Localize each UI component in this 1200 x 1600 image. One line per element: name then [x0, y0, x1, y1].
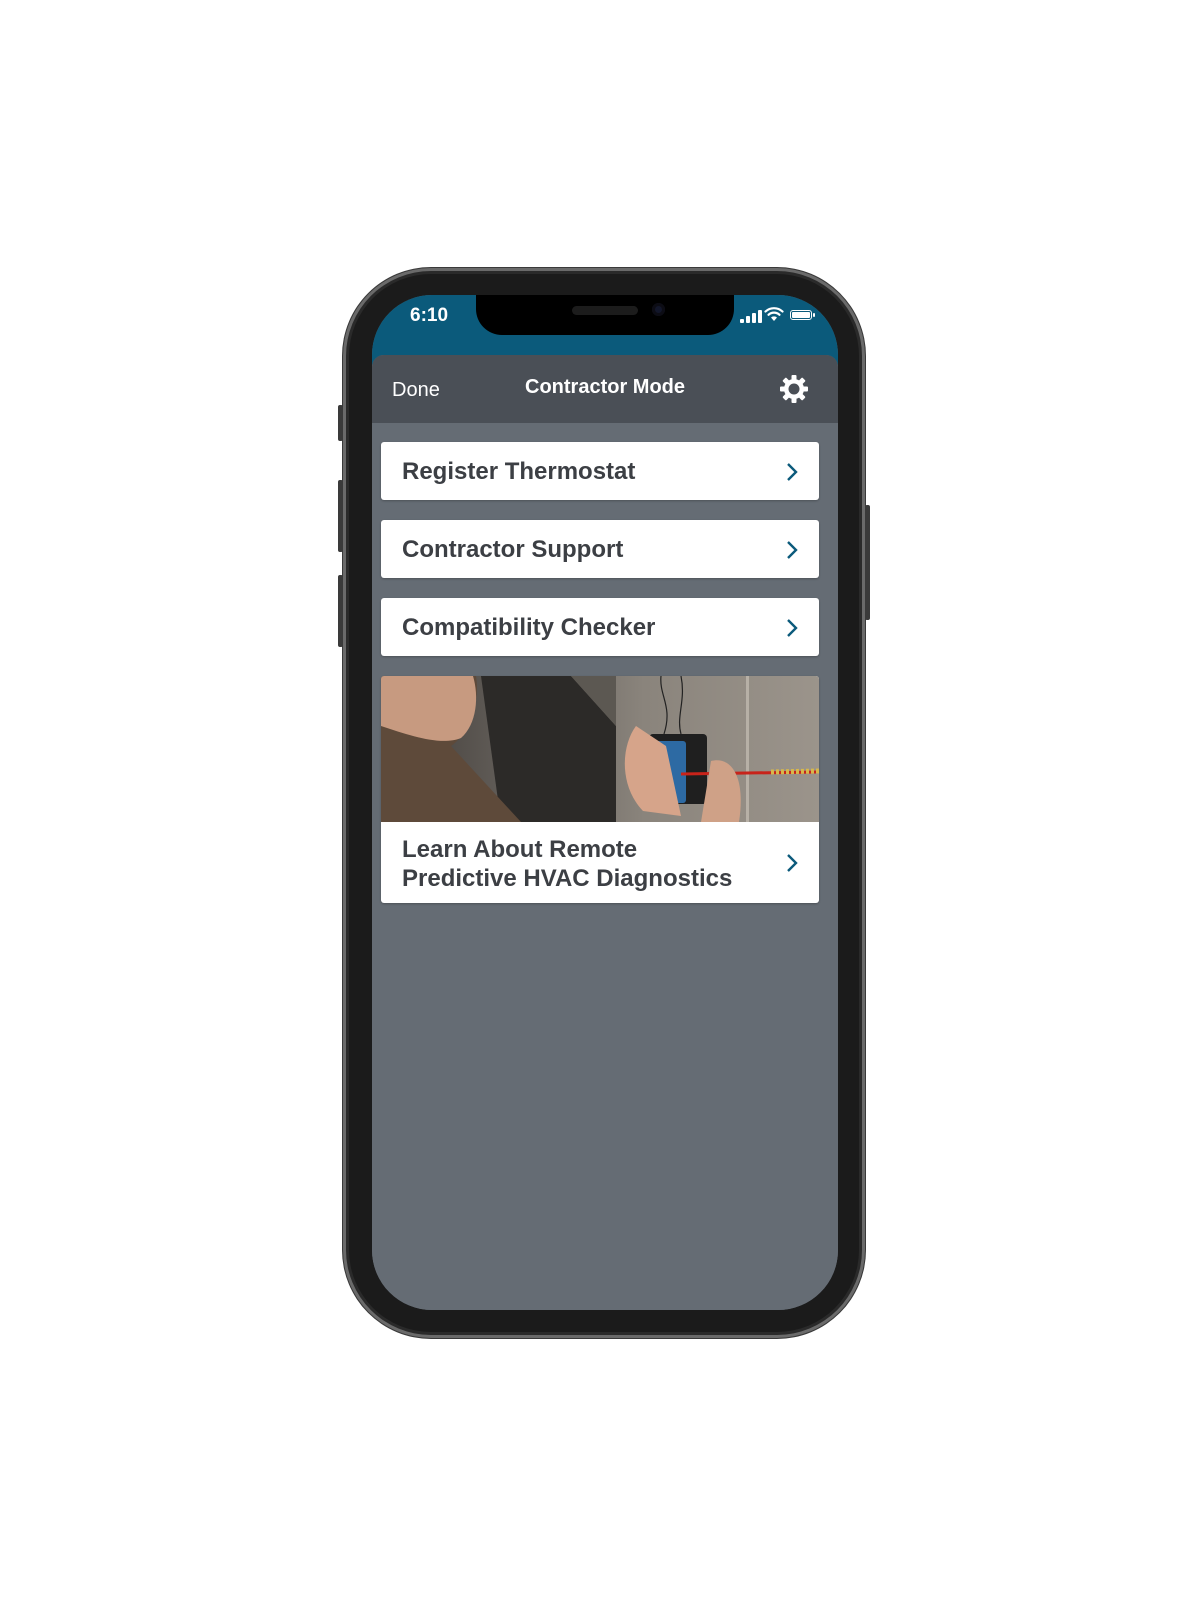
- speaker-grille: [572, 306, 638, 315]
- contractor-support-item[interactable]: Contractor Support: [381, 520, 819, 578]
- status-time: 6:10: [410, 305, 449, 326]
- cellular-signal-icon: [740, 309, 762, 323]
- chevron-right-icon: [787, 541, 798, 559]
- technician-installing-sensor-photo: [381, 676, 819, 822]
- battery-icon: [790, 310, 815, 320]
- chevron-right-icon: [787, 463, 798, 481]
- menu-item-label: Register Thermostat: [402, 458, 636, 485]
- menu-item-label: Compatibility Checker: [402, 614, 656, 641]
- front-camera: [652, 303, 665, 316]
- compatibility-checker-item[interactable]: Compatibility Checker: [381, 598, 819, 656]
- wifi-icon: [764, 307, 784, 321]
- promo-title-line-2: Predictive HVAC Diagnostics: [402, 865, 733, 892]
- chevron-right-icon: [787, 854, 798, 872]
- notch: [476, 295, 734, 335]
- phone-screen: 6:10 Done Contractor Mode Register Therm…: [372, 295, 838, 1310]
- menu-item-label: Contractor Support: [402, 536, 624, 563]
- gear-icon[interactable]: [778, 373, 810, 405]
- register-thermostat-item[interactable]: Register Thermostat: [381, 442, 819, 500]
- volume-up-button: [338, 480, 343, 552]
- navigation-bar: Done Contractor Mode: [372, 355, 838, 423]
- hvac-diagnostics-promo-card[interactable]: Learn About Remote Predictive HVAC Diagn…: [381, 676, 819, 903]
- promo-title-line-1: Learn About Remote: [402, 836, 638, 863]
- chevron-right-icon: [787, 619, 798, 637]
- silent-switch: [338, 405, 343, 441]
- volume-down-button: [338, 575, 343, 647]
- power-button: [865, 505, 870, 620]
- contractor-mode-sheet: Done Contractor Mode Register Thermostat…: [372, 355, 838, 1310]
- page-title: Contractor Mode: [525, 376, 685, 398]
